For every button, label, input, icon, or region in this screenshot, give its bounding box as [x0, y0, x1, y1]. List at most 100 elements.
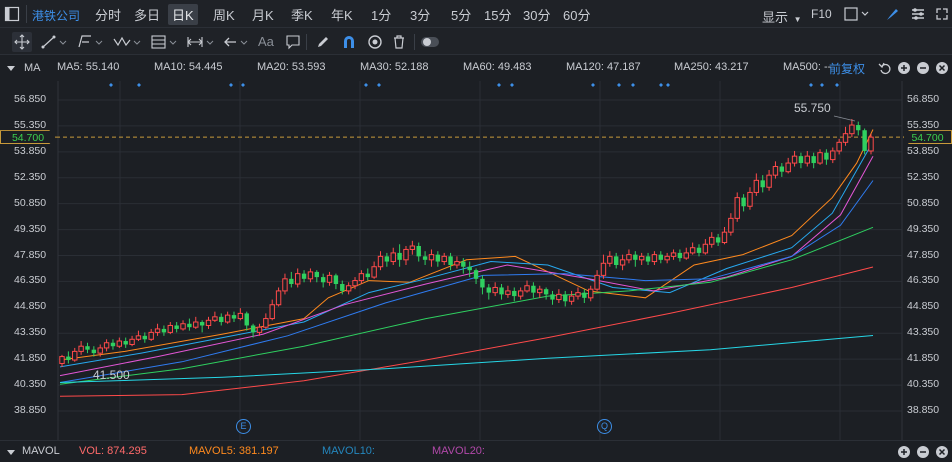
candle-body: [651, 254, 658, 263]
volume-add-icon[interactable]: [897, 445, 911, 459]
crosshair-icon[interactable]: [12, 32, 32, 52]
tab-timeframe-12[interactable]: 60分: [563, 5, 590, 24]
candle-body: [499, 287, 504, 295]
candle-body: [199, 322, 205, 326]
close-icon[interactable]: [935, 61, 949, 75]
display-menu[interactable]: 显示 ▼: [762, 7, 802, 26]
candle-body: [747, 191, 753, 207]
candle-body: [524, 285, 530, 292]
current-price-tag-left: 54.700: [0, 130, 56, 145]
price-tick-l: 55.350: [14, 118, 47, 131]
toggle-icon[interactable]: [420, 34, 440, 50]
line-tool-icon[interactable]: [40, 33, 68, 51]
tab-timeframe-7[interactable]: 1分: [371, 5, 391, 24]
price-tick-l: 53.850: [14, 144, 47, 157]
candle-body: [868, 136, 874, 152]
ma-label[interactable]: MA: [24, 62, 41, 74]
ma20-value: MA20: 53.593: [257, 61, 326, 73]
candle-body: [486, 287, 491, 293]
collapse-icon[interactable]: [6, 63, 16, 73]
volume-remove-icon[interactable]: [916, 445, 930, 459]
note-tool-icon[interactable]: [284, 33, 302, 51]
tab-timeframe-4[interactable]: 月K: [252, 5, 274, 24]
candle-body: [619, 259, 626, 266]
wave-tool-icon[interactable]: [112, 33, 142, 51]
f10-button[interactable]: F10: [811, 7, 832, 21]
candle-body: [702, 243, 709, 254]
candle-body: [862, 130, 867, 151]
current-price-right-text: 54.700: [911, 132, 944, 145]
candle-body: [830, 150, 836, 161]
price-tick-r: 38.850: [907, 404, 940, 416]
candle-body: [269, 304, 275, 320]
tab-timeframe-1[interactable]: 多日: [134, 5, 160, 24]
candle-body: [633, 254, 638, 260]
candle-body: [365, 273, 370, 278]
candle-body: [473, 270, 479, 279]
candle-body: [301, 273, 307, 279]
event-marker-q-text: Q: [600, 421, 608, 431]
candle-body: [467, 266, 472, 271]
event-marker-e[interactable]: E: [236, 419, 251, 434]
volume-close-icon[interactable]: [935, 445, 949, 459]
candle-body: [715, 237, 721, 243]
candle-body: [582, 292, 587, 298]
candle-body: [384, 256, 390, 262]
sidebar-toggle-icon[interactable]: [4, 6, 20, 22]
arrow-tool-icon[interactable]: [222, 33, 250, 51]
volume-collapse-icon[interactable]: [6, 447, 16, 457]
adjust-mode-button[interactable]: 前复权: [829, 60, 865, 77]
tab-timeframe-8[interactable]: 3分: [410, 5, 430, 24]
ma-line-ma120: [59, 266, 874, 397]
candle-body: [66, 356, 71, 361]
signal-marker: [820, 83, 824, 87]
candle-body: [734, 197, 740, 219]
ma-line-ma20: [59, 156, 874, 377]
fib-tool-icon[interactable]: [150, 33, 178, 51]
expand-icon[interactable]: [934, 6, 950, 22]
remove-icon[interactable]: [916, 61, 930, 75]
candle-body: [811, 156, 816, 164]
mavol-label[interactable]: MAVOL: [22, 445, 60, 457]
low-price-label: 41.500: [93, 368, 130, 382]
candle-body: [626, 254, 632, 261]
candle-body: [377, 255, 384, 268]
settings-icon[interactable]: [910, 6, 926, 22]
tab-timeframe-6[interactable]: 年K: [331, 5, 353, 24]
pen-icon[interactable]: [314, 33, 332, 51]
candle-body: [492, 286, 498, 294]
candle-body: [345, 285, 352, 292]
channel-tool-icon[interactable]: [76, 33, 104, 51]
text-tool-icon[interactable]: Aa: [258, 34, 274, 49]
ma30-value: MA30: 52.188: [360, 61, 429, 73]
event-marker-q[interactable]: Q: [597, 419, 612, 434]
candle-body: [72, 350, 78, 361]
add-icon[interactable]: [897, 61, 911, 75]
candle-body: [167, 324, 173, 333]
candle-body: [250, 325, 256, 333]
layout-select-icon[interactable]: [844, 7, 870, 21]
price-chart[interactable]: [0, 81, 952, 440]
trash-icon[interactable]: [390, 33, 408, 51]
range-tool-icon[interactable]: [186, 33, 216, 51]
stock-name[interactable]: 港铁公司: [32, 7, 80, 24]
eye-icon[interactable]: [366, 33, 384, 51]
tab-timeframe-11[interactable]: 30分: [523, 5, 550, 24]
tab-timeframe-2[interactable]: 日K: [168, 4, 198, 25]
brush-icon[interactable]: [884, 6, 900, 22]
current-price-left-text: 54.700: [11, 132, 45, 145]
candle-body: [352, 280, 358, 287]
tab-timeframe-0[interactable]: 分时: [95, 5, 121, 24]
tab-timeframe-9[interactable]: 5分: [451, 5, 471, 24]
price-tick-l: 43.350: [14, 326, 47, 339]
candle-body: [231, 315, 237, 319]
magnet-icon[interactable]: [340, 33, 358, 51]
tab-timeframe-10[interactable]: 15分: [484, 5, 511, 24]
tab-timeframe-5[interactable]: 季K: [291, 5, 313, 24]
candle-body: [505, 290, 511, 295]
candle-body: [358, 273, 365, 282]
signal-marker: [666, 83, 670, 87]
price-tick-r: 40.350: [907, 378, 940, 391]
tab-timeframe-3[interactable]: 周K: [213, 5, 235, 24]
undo-icon[interactable]: [878, 61, 892, 75]
